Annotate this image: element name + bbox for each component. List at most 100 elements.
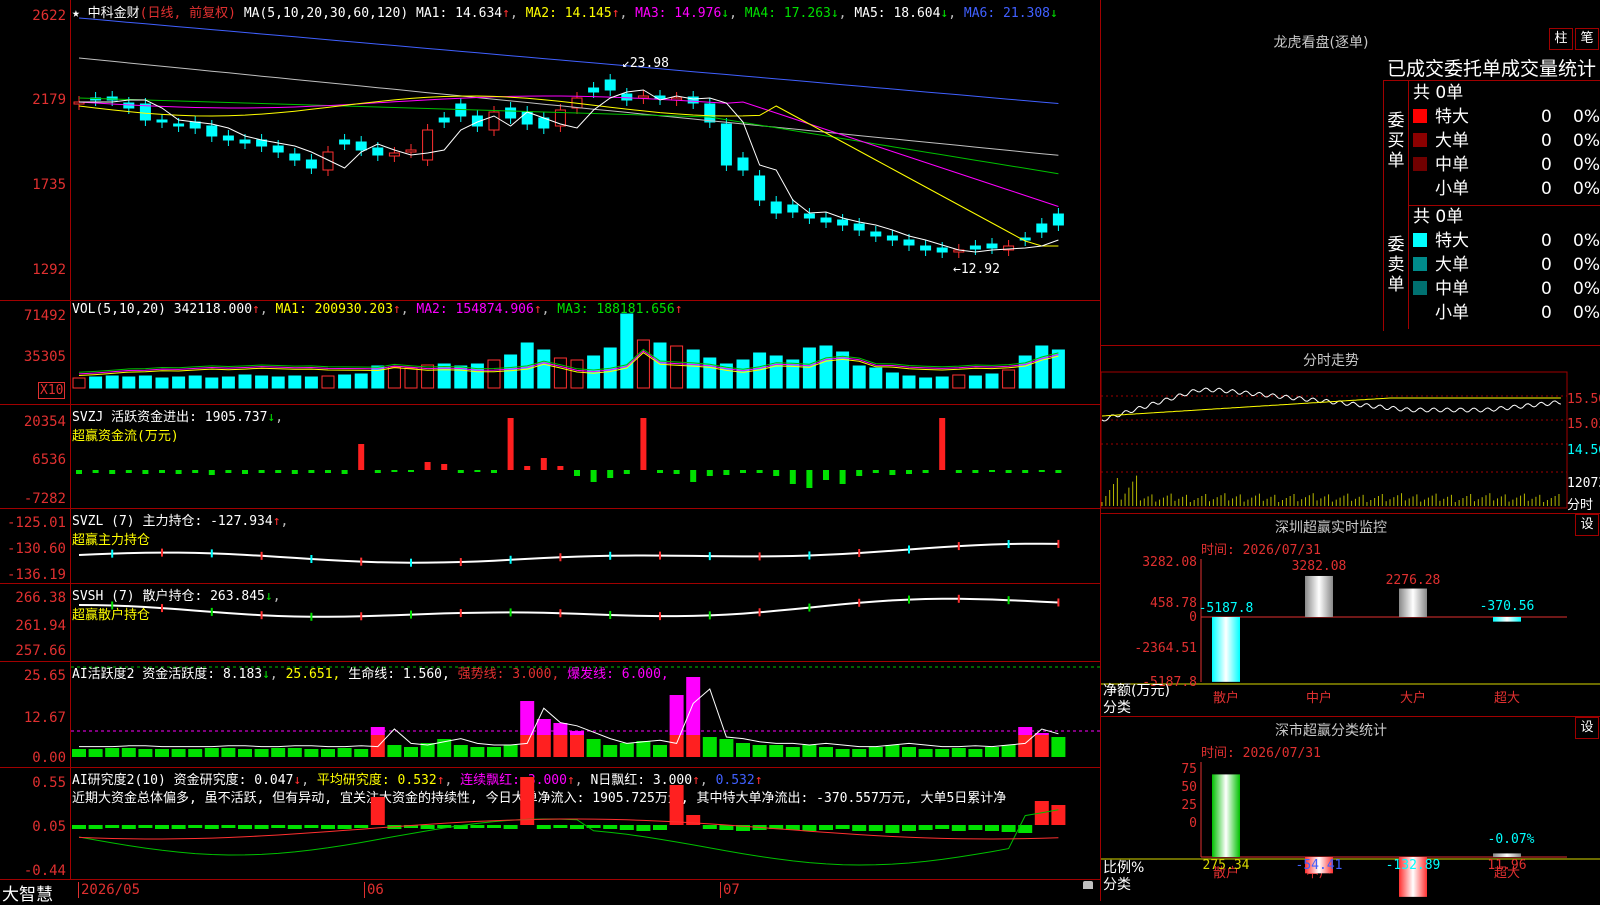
activity-bar <box>935 749 950 757</box>
activity-bar <box>321 749 335 757</box>
flow-bar <box>242 470 248 474</box>
bar-view-button[interactable]: 柱 <box>1549 28 1573 50</box>
avg-line <box>1101 397 1561 417</box>
volume-bar <box>802 347 816 389</box>
activity-bar <box>404 747 418 757</box>
research-bar <box>321 825 335 829</box>
lock-icon[interactable] <box>1083 881 1093 889</box>
research-bar <box>902 825 916 831</box>
color-swatch <box>1413 281 1427 295</box>
activity-bar <box>553 723 568 735</box>
flow-bar <box>806 470 813 488</box>
buy-row: 小单 0 0% <box>1409 177 1600 201</box>
volume-bar <box>636 339 650 389</box>
buy-block: 共 0单 特大 0 0% 大单 0 0% 中单 0 0% 小单 0 0% <box>1408 81 1600 206</box>
intraday-chart[interactable] <box>1100 371 1568 512</box>
color-swatch <box>1413 157 1427 171</box>
flow-bar <box>756 470 763 473</box>
activity-bar <box>852 749 867 757</box>
ai-research-chart[interactable] <box>71 767 1100 879</box>
sell-row: 特大 0 0% <box>1409 229 1600 253</box>
ai-activity-chart[interactable] <box>71 661 1100 767</box>
activity-bar <box>188 749 203 757</box>
flow-bar <box>889 470 896 475</box>
research-bar <box>918 825 933 830</box>
volume-bar <box>935 376 949 389</box>
volume-chart[interactable] <box>71 300 1100 404</box>
price-panel[interactable]: 2622 2179 1735 1292 ★ 中科金财(日线, 前复权) MA(5… <box>0 0 1100 301</box>
volume-bar <box>238 374 252 389</box>
classify-note: -0.07% <box>1488 832 1535 847</box>
ai-activity-panel[interactable]: 25.65 12.67 0.00 AI活跃度2 资金活跃度: 8.183↓, 2… <box>0 661 1100 768</box>
activity-bar <box>487 747 501 757</box>
svzj-y-axis: 20354 6536 -7282 <box>0 404 71 508</box>
volume-bar <box>404 367 418 389</box>
flow-bar <box>159 470 165 473</box>
intraday-y-label: 14.56 <box>1567 443 1600 458</box>
intraday-title: 分时走势 <box>1303 353 1359 369</box>
category-label: 大户 <box>1400 690 1426 706</box>
research-bar <box>951 825 966 831</box>
activity-bar <box>686 735 701 757</box>
price-chart[interactable] <box>71 0 1100 300</box>
color-swatch <box>1413 257 1427 271</box>
y-label: 25 <box>1181 798 1197 813</box>
candle-body <box>139 103 151 121</box>
candle-body <box>372 147 384 156</box>
research-bar <box>1051 805 1066 825</box>
category-label: 散户 <box>1213 690 1239 706</box>
activity-bar <box>736 743 750 757</box>
flow-bar <box>839 470 846 484</box>
monitor-panel[interactable]: 深圳超赢实时监控 设 时间: 2026/07/31 3282.08 458.78 0… <box>1100 513 1600 717</box>
intraday-fenshi-label[interactable]: 分时 <box>1567 494 1593 513</box>
svsh-chart[interactable] <box>71 583 1100 661</box>
ai-research-panel[interactable]: 0.55 0.05 -0.44 AI研究度2(10) 资金研究度: 0.047↓… <box>0 767 1100 880</box>
volume-bar <box>869 367 883 389</box>
volume-bar <box>769 355 783 389</box>
activity-bar <box>520 701 535 735</box>
research-bar <box>121 825 136 829</box>
svzj-panel[interactable]: 20354 6536 -7282 SVZJ 活跃资金进出: 1905.737↓,… <box>0 404 1100 509</box>
volume-bar <box>321 375 335 389</box>
svzl-panel[interactable]: -125.01 -130.60 -136.19 SVZL (7) 主力持仓: -… <box>0 508 1100 584</box>
flow-bar <box>109 470 116 474</box>
intraday-panel[interactable]: 分时走势 15.50 15.03 14.56 12073 分时 <box>1100 345 1600 514</box>
activity-bar <box>702 737 717 757</box>
flow-bar <box>972 470 979 473</box>
research-bar <box>155 825 169 829</box>
research-bar <box>287 825 302 829</box>
flow-bar <box>1022 470 1029 473</box>
tick-view-button[interactable]: 笔 <box>1575 28 1599 50</box>
activity-bar <box>968 749 983 757</box>
classify-bar-chart[interactable]: 7550250散户275.34中户-54.41大户-132.89超大11.96-… <box>1101 717 1600 901</box>
monitor-bar-chart[interactable]: 3282.08458.780-2364.51-5187.8散户-5187.8中户… <box>1101 514 1600 717</box>
classify-panel[interactable]: 深市超赢分类统计 设 时间: 2026/07/31 75 50 25 0 散户 275.3… <box>1100 716 1600 901</box>
flow-bar <box>275 470 282 473</box>
y-label: 50 <box>1181 780 1197 795</box>
volume-panel[interactable]: 71492 35305 X10 VOL(5,10,20) 342118.000↑… <box>0 300 1100 405</box>
svsh-panel[interactable]: 266.38 261.94 257.66 SVSH (7) 散户持仓: 263.… <box>0 583 1100 662</box>
candle-body <box>289 153 301 161</box>
flow-bar <box>690 470 697 482</box>
volume-bar <box>1002 369 1016 389</box>
activity-bar <box>586 739 601 757</box>
volume-bar <box>89 376 103 389</box>
y-label: -136.19 <box>6 567 66 583</box>
value-label: 2276.28 <box>1386 573 1441 588</box>
flow-bar <box>955 470 962 473</box>
volume-bar <box>537 349 551 389</box>
svzl-y-axis: -125.01 -130.60 -136.19 <box>0 508 71 583</box>
color-swatch <box>1413 133 1427 147</box>
research-bar <box>819 825 833 830</box>
flow-bar <box>723 470 730 475</box>
research-bar <box>669 785 684 825</box>
activity-bar <box>171 749 186 757</box>
svzl-chart[interactable] <box>71 508 1100 583</box>
activity-bar <box>1051 737 1066 757</box>
research-bar <box>835 825 850 829</box>
activity-bar <box>868 747 883 757</box>
research-bar <box>221 825 236 828</box>
indicator-line <box>78 597 1059 618</box>
flow-bar <box>872 470 879 473</box>
svzj-chart[interactable] <box>71 404 1100 508</box>
